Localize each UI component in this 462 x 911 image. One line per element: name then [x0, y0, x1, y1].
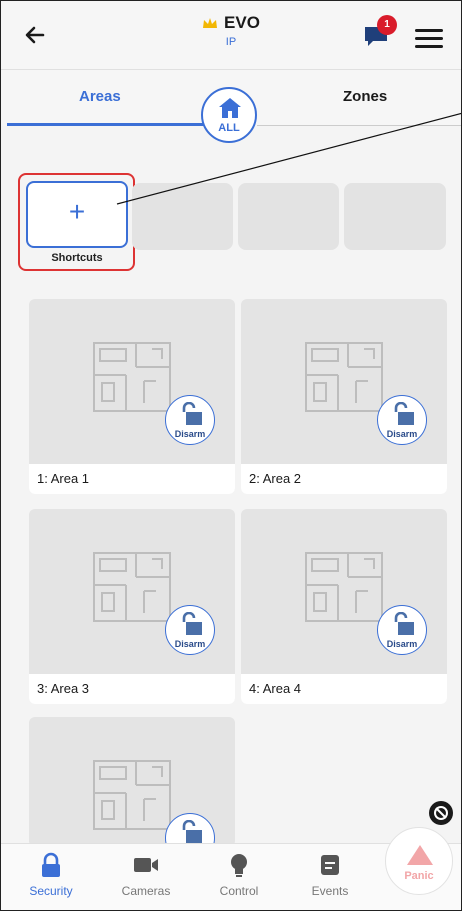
nav-cameras[interactable]: Cameras [108, 852, 184, 898]
plus-icon: + [68, 196, 86, 227]
nav-events-label: Events [311, 884, 349, 898]
all-label: ALL [218, 122, 240, 134]
nav-control-label: Control [219, 884, 259, 898]
floor-plan-icon [305, 342, 383, 412]
panic-button[interactable]: Panic [385, 827, 453, 895]
disarm-button[interactable]: Disarm [165, 395, 215, 445]
area-name-bar: 1: Area 1 [29, 464, 235, 494]
nav-security[interactable]: Security [13, 852, 89, 898]
home-icon [219, 98, 241, 118]
disarm-button[interactable]: Disarm [377, 395, 427, 445]
area-name: 4: Area 4 [249, 681, 302, 696]
nav-events[interactable]: Events [292, 852, 368, 898]
floor-plan-icon [93, 552, 171, 622]
tab-zones[interactable]: Zones [343, 88, 387, 105]
warning-triangle-icon [407, 845, 433, 865]
nav-cameras-label: Cameras [121, 884, 171, 898]
shortcut-slot[interactable] [238, 183, 339, 250]
crown-icon [203, 18, 218, 28]
disarm-button[interactable]: Disarm [377, 605, 427, 655]
video-camera-icon [134, 858, 158, 872]
all-areas-button[interactable]: ALL [201, 87, 257, 143]
disarm-label: Disarm [386, 429, 418, 439]
area-name: 1: Area 1 [37, 471, 90, 486]
shortcut-slot[interactable] [344, 183, 446, 250]
panel-type: IP [225, 36, 237, 48]
shortcut-slot[interactable] [132, 183, 233, 250]
floor-plan-icon [305, 552, 383, 622]
unlocked-padlock-icon [394, 612, 414, 635]
disarm-button[interactable] [165, 813, 215, 847]
area-name: 3: Area 3 [37, 681, 90, 696]
floor-plan-icon [93, 760, 171, 830]
tab-divider [257, 125, 461, 126]
panel-name: EVO [224, 13, 260, 32]
events-list-icon [321, 855, 339, 875]
area-name-bar: 2: Area 2 [241, 464, 447, 494]
floor-plan-icon [93, 342, 171, 412]
unlocked-padlock-icon [182, 820, 202, 843]
disarm-label: Disarm [386, 639, 418, 649]
panic-disabled-icon [429, 801, 453, 825]
area-name-bar: 4: Area 4 [241, 674, 447, 704]
top-header: EVO IP 1 [1, 1, 461, 70]
lightbulb-icon [231, 854, 247, 877]
area-name-bar: 3: Area 3 [29, 674, 235, 704]
area-card-3[interactable]: Disarm 3: Area 3 [29, 509, 235, 704]
notification-badge: 1 [377, 15, 397, 35]
disarm-button[interactable]: Disarm [165, 605, 215, 655]
area-card-2[interactable]: Disarm 2: Area 2 [241, 299, 447, 494]
shortcuts-label: Shortcuts [51, 252, 103, 264]
area-card-4[interactable]: Disarm 4: Area 4 [241, 509, 447, 704]
area-card-5[interactable] [29, 717, 235, 847]
area-card-1[interactable]: Disarm 1: Area 1 [29, 299, 235, 494]
panic-label: Panic [404, 870, 434, 882]
area-name: 2: Area 2 [249, 471, 302, 486]
app-frame: EVO IP 1 Areas Zones ALL + Shortcuts Dis… [0, 0, 462, 911]
unlocked-padlock-icon [182, 612, 202, 635]
nav-control[interactable]: Control [201, 852, 277, 898]
add-shortcut-button[interactable]: + [26, 181, 128, 248]
active-tab-indicator [7, 123, 205, 126]
tab-areas[interactable]: Areas [79, 88, 121, 105]
padlock-icon [42, 852, 60, 877]
unlocked-padlock-icon [394, 402, 414, 425]
disarm-label: Disarm [174, 639, 206, 649]
hamburger-menu-icon[interactable] [415, 29, 443, 48]
unlocked-padlock-icon [182, 402, 202, 425]
nav-security-label: Security [29, 884, 73, 898]
disarm-label: Disarm [174, 429, 206, 439]
